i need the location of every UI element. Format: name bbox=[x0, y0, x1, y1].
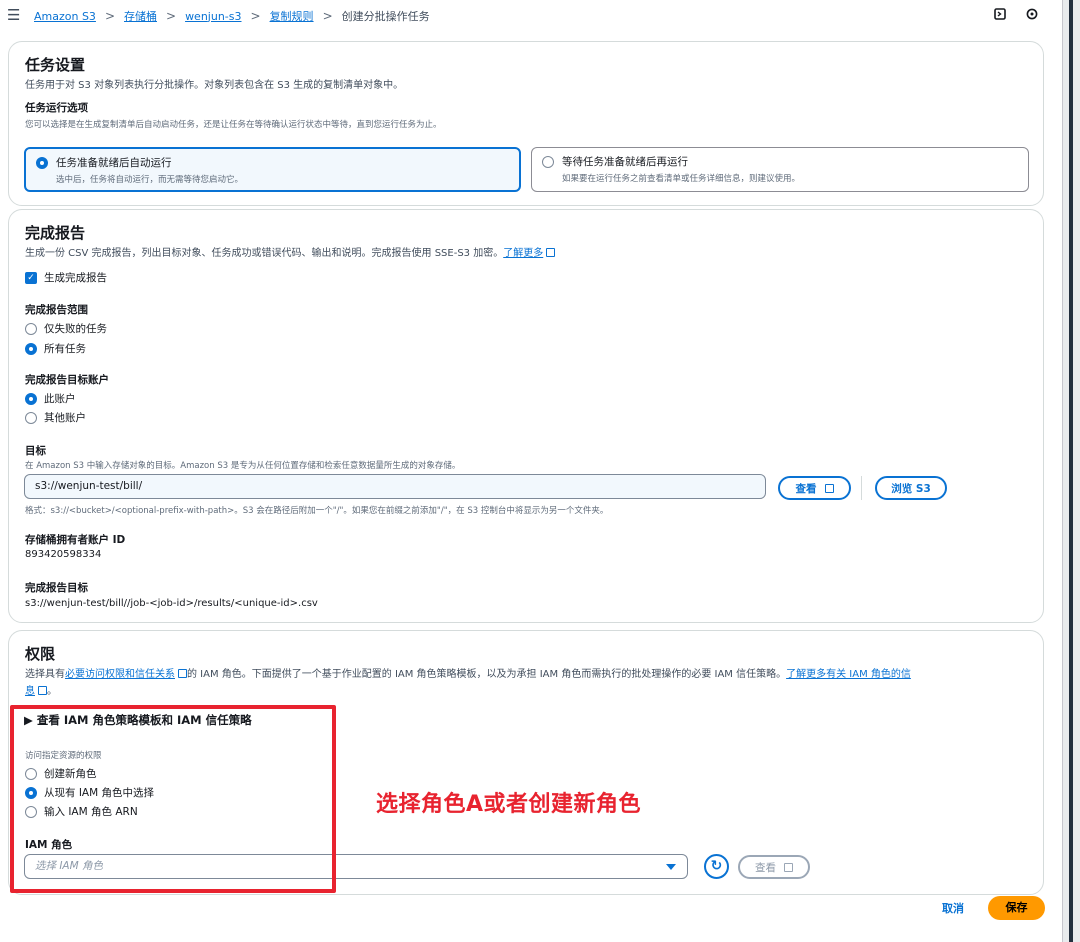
account-other[interactable]: 其他账户 bbox=[25, 410, 86, 425]
generate-report-checkbox[interactable]: ✓ 生成完成报告 bbox=[25, 270, 107, 285]
section-title: 完成报告 bbox=[25, 224, 86, 242]
access-trust-link[interactable]: 必要访问权限和信任关系 bbox=[65, 669, 175, 680]
section-description: 生成一份 CSV 完成报告，列出目标对象、任务成功或错误代码、输出和说明。完成报… bbox=[25, 244, 556, 259]
report-destination-label: 完成报告目标 bbox=[25, 582, 88, 594]
option-title: 任务准备就绪后自动运行 bbox=[56, 157, 172, 169]
top-bar: ☰ Amazon S3 > 存储桶 > wenjun-s3 > 复制规则 > 创… bbox=[0, 0, 1062, 31]
section-description: 任务用于对 S3 对象列表执行分批操作。对象列表包含在 S3 生成的复制清单对象… bbox=[25, 80, 404, 91]
section-description: 选择具有必要访问权限和信任关系的 IAM 角色。下面提供了一个基于作业配置的 I… bbox=[25, 669, 911, 680]
checkbox-checked-icon: ✓ bbox=[25, 271, 37, 284]
view-destination-button[interactable]: 查看 bbox=[778, 476, 851, 500]
format-hint: 格式：s3://<bucket>/<optional-prefix-with-p… bbox=[25, 506, 609, 516]
chevron-right-icon: > bbox=[166, 9, 177, 23]
radio-unselected-icon bbox=[25, 411, 37, 424]
learn-more-iam-link[interactable]: 了解更多有关 IAM 角色的信 bbox=[786, 669, 911, 680]
radio-unselected-icon bbox=[542, 156, 554, 168]
refresh-icon[interactable]: ↻ bbox=[704, 854, 729, 879]
run-option-label: 任务运行选项 bbox=[25, 102, 88, 114]
radio-unselected-icon bbox=[25, 322, 37, 335]
option-auto-run[interactable]: 任务准备就绪后自动运行 选中后，任务将自动运行，而无需等待您启动它。 bbox=[24, 147, 521, 192]
scope-failed-only[interactable]: 仅失败的任务 bbox=[25, 321, 107, 336]
section-title: 权限 bbox=[25, 645, 56, 663]
annotation-text: 选择角色A或者创建新角色 bbox=[376, 792, 642, 817]
chevron-right-icon: > bbox=[104, 9, 115, 23]
account-label: 完成报告目标账户 bbox=[25, 374, 109, 386]
save-button[interactable]: 保存 bbox=[988, 896, 1045, 920]
section-title: 任务设置 bbox=[25, 56, 86, 74]
account-this[interactable]: 此账户 bbox=[25, 391, 76, 406]
external-link-icon bbox=[784, 862, 793, 872]
breadcrumb-bucket[interactable]: wenjun-s3 bbox=[185, 10, 241, 23]
destination-label: 目标 bbox=[25, 445, 46, 457]
external-link-icon bbox=[546, 248, 556, 257]
owner-value: 893420598334 bbox=[25, 549, 102, 560]
external-link-icon bbox=[38, 686, 47, 695]
learn-more-iam-link-cont[interactable]: 息 bbox=[25, 686, 35, 697]
chevron-right-icon: > bbox=[322, 9, 333, 23]
learn-more-link[interactable]: 了解更多 bbox=[503, 248, 556, 259]
completion-report-card: 完成报告 生成一份 CSV 完成报告，列出目标对象、任务成功或错误代码、输出和说… bbox=[8, 209, 1044, 623]
panel-icon[interactable] bbox=[994, 8, 1006, 24]
external-link-icon bbox=[824, 483, 834, 493]
browse-s3-button[interactable]: 浏览 S3 bbox=[875, 476, 947, 500]
option-title: 等待任务准备就绪后再运行 bbox=[562, 156, 688, 168]
report-destination-value: s3://wenjun-test/bill//job-<job-id>/resu… bbox=[25, 598, 318, 609]
annotation-box bbox=[10, 705, 336, 893]
option-wait-run[interactable]: 等待任务准备就绪后再运行 如果要在运行任务之前查看清单或任务详细信息，则建议使用… bbox=[531, 147, 1029, 192]
owner-label: 存储桶拥有者账户 ID bbox=[25, 534, 126, 546]
window-edge bbox=[1062, 0, 1080, 942]
menu-icon[interactable]: ☰ bbox=[7, 8, 20, 23]
breadcrumb-buckets[interactable]: 存储桶 bbox=[124, 8, 157, 24]
view-role-button[interactable]: 查看 bbox=[738, 855, 810, 879]
destination-hint: 在 Amazon S3 中输入存储对象的目标。Amazon S3 是专为从任何位… bbox=[25, 461, 461, 471]
scope-all-tasks[interactable]: 所有任务 bbox=[25, 341, 86, 356]
external-link-icon bbox=[178, 669, 187, 678]
radio-selected-icon bbox=[25, 392, 37, 405]
settings-icon[interactable] bbox=[1026, 8, 1038, 24]
chevron-right-icon: > bbox=[250, 9, 261, 23]
radio-selected-icon bbox=[36, 157, 48, 169]
run-option-hint: 您可以选择是在生成复制清单后自动启动任务，还是让任务在等待确认运行状态中等待，直… bbox=[25, 120, 442, 130]
cancel-button[interactable]: 取消 bbox=[942, 900, 964, 916]
option-desc: 如果要在运行任务之前查看清单或任务详细信息，则建议使用。 bbox=[562, 174, 801, 184]
section-description-cont: 息。 bbox=[25, 686, 57, 697]
option-desc: 选中后，任务将自动运行，而无需等待您启动它。 bbox=[56, 175, 244, 185]
caret-down-icon bbox=[666, 864, 676, 870]
breadcrumb: Amazon S3 > 存储桶 > wenjun-s3 > 复制规则 > 创建分… bbox=[34, 8, 430, 24]
breadcrumb-amazon-s3[interactable]: Amazon S3 bbox=[34, 10, 96, 23]
scope-label: 完成报告范围 bbox=[25, 304, 88, 316]
job-settings-card: 任务设置 任务用于对 S3 对象列表执行分批操作。对象列表包含在 S3 生成的复… bbox=[8, 41, 1044, 206]
destination-input[interactable]: s3://wenjun-test/bill/ bbox=[24, 474, 766, 499]
radio-selected-icon bbox=[25, 342, 37, 355]
breadcrumb-replication-rules[interactable]: 复制规则 bbox=[270, 8, 314, 24]
breadcrumb-current: 创建分批操作任务 bbox=[341, 10, 430, 23]
